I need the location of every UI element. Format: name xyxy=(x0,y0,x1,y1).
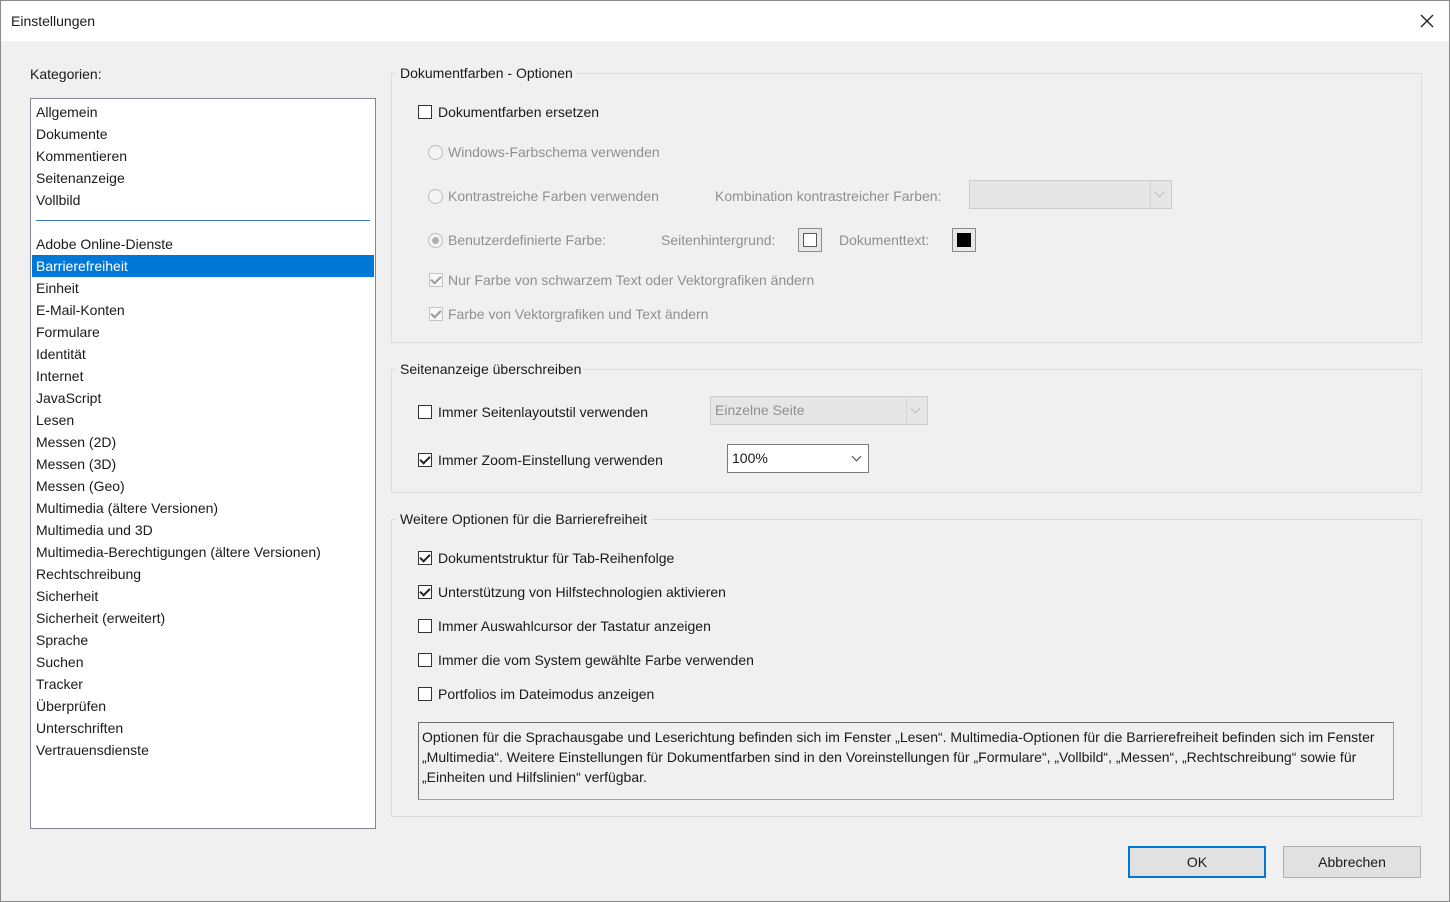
doc-text-label: Dokumenttext: xyxy=(839,232,930,248)
category-item[interactable]: E-Mail-Konten xyxy=(32,299,374,321)
assistive-tech-checkbox[interactable] xyxy=(418,585,432,599)
category-item[interactable]: Rechtschreibung xyxy=(32,563,374,585)
high-contrast-label: Kontrastreiche Farben verwenden xyxy=(448,188,659,204)
contrast-combination-dropdown[interactable] xyxy=(969,180,1172,209)
categories-list[interactable]: Allgemein Dokumente Kommentieren Seitena… xyxy=(30,98,376,829)
only-black-label: Nur Farbe von schwarzem Text oder Vektor… xyxy=(448,272,815,288)
page-background-color xyxy=(803,233,817,247)
zoom-dropdown[interactable]: 100% xyxy=(727,444,869,473)
only-black-checkbox[interactable] xyxy=(429,273,443,287)
category-item[interactable]: Multimedia-Berechtigungen (ältere Versio… xyxy=(32,541,374,563)
category-item[interactable]: Adobe Online-Dienste xyxy=(32,233,374,255)
page-background-label: Seitenhintergrund: xyxy=(661,232,776,248)
zoom-checkbox[interactable] xyxy=(418,453,432,467)
page-background-swatch[interactable] xyxy=(798,228,822,252)
category-item[interactable]: Tracker xyxy=(32,673,374,695)
category-item[interactable]: Unterschriften xyxy=(32,717,374,739)
custom-color-radio[interactable] xyxy=(428,233,443,248)
cancel-button[interactable]: Abbrechen xyxy=(1283,846,1421,878)
category-item[interactable]: Vertrauensdienste xyxy=(32,739,374,761)
chevron-down-icon xyxy=(1150,181,1171,208)
windows-scheme-label: Windows-Farbschema verwenden xyxy=(448,144,660,160)
category-item[interactable]: Messen (2D) xyxy=(32,431,374,453)
chevron-down-icon xyxy=(848,445,868,472)
keyboard-cursor-label: Immer Auswahlcursor der Tastatur anzeige… xyxy=(438,618,711,634)
doc-text-swatch[interactable] xyxy=(952,228,976,252)
category-item[interactable]: Sicherheit xyxy=(32,585,374,607)
category-item[interactable]: Internet xyxy=(32,365,374,387)
preferences-dialog: Einstellungen Kategorien: Allgemein Doku… xyxy=(0,0,1450,902)
ok-button[interactable]: OK xyxy=(1128,846,1266,878)
category-item[interactable]: Messen (Geo) xyxy=(32,475,374,497)
replace-doc-colors-label: Dokumentfarben ersetzen xyxy=(438,104,600,120)
high-contrast-radio[interactable] xyxy=(428,189,443,204)
tab-order-label: Dokumentstruktur für Tab-Reihenfolge xyxy=(438,550,675,566)
custom-color-label: Benutzerdefinierte Farbe: xyxy=(448,232,606,248)
vector-checkbox[interactable] xyxy=(429,307,443,321)
category-item[interactable]: Überprüfen xyxy=(32,695,374,717)
system-color-checkbox[interactable] xyxy=(418,653,432,667)
category-item[interactable]: Identität xyxy=(32,343,374,365)
category-item[interactable]: JavaScript xyxy=(32,387,374,409)
category-separator xyxy=(36,220,370,221)
close-icon[interactable] xyxy=(1415,9,1439,33)
category-item[interactable]: Allgemein xyxy=(32,101,374,123)
category-item[interactable]: Einheit xyxy=(32,277,374,299)
tab-order-checkbox[interactable] xyxy=(418,551,432,565)
category-item[interactable]: Seitenanzeige xyxy=(32,167,374,189)
layout-style-checkbox[interactable] xyxy=(418,405,432,419)
layout-style-label: Immer Seitenlayoutstil verwenden xyxy=(438,404,649,420)
category-item[interactable]: Dokumente xyxy=(32,123,374,145)
category-item[interactable]: Sprache xyxy=(32,629,374,651)
page-display-legend: Seitenanzeige überschreiben xyxy=(396,361,586,377)
category-item[interactable]: Multimedia und 3D xyxy=(32,519,374,541)
category-item[interactable]: Lesen xyxy=(32,409,374,431)
category-item-selected[interactable]: Barrierefreiheit xyxy=(32,255,374,277)
vector-label: Farbe von Vektorgrafiken und Text ändern xyxy=(448,306,709,322)
layout-style-value: Einzelne Seite xyxy=(715,402,805,418)
contrast-combination-label: Kombination kontrastreicher Farben: xyxy=(715,188,942,204)
layout-style-dropdown[interactable]: Einzelne Seite xyxy=(710,396,928,425)
window-title: Einstellungen xyxy=(11,13,96,29)
portfolios-label: Portfolios im Dateimodus anzeigen xyxy=(438,686,655,702)
page-display-group xyxy=(391,369,1422,493)
portfolios-checkbox[interactable] xyxy=(418,687,432,701)
category-item[interactable]: Sicherheit (erweitert) xyxy=(32,607,374,629)
more-options-legend: Weitere Optionen für die Barrierefreihei… xyxy=(396,511,652,527)
doc-colors-legend: Dokumentfarben - Optionen xyxy=(396,65,577,81)
categories-label: Kategorien: xyxy=(30,66,102,82)
replace-doc-colors-checkbox[interactable] xyxy=(418,105,432,119)
title-bar: Einstellungen xyxy=(1,1,1449,41)
zoom-value: 100% xyxy=(732,450,768,466)
chevron-down-icon xyxy=(906,397,927,424)
windows-scheme-radio[interactable] xyxy=(428,145,443,160)
category-item[interactable]: Messen (3D) xyxy=(32,453,374,475)
assistive-tech-label: Unterstützung von Hilfstechnologien akti… xyxy=(438,584,726,600)
zoom-label: Immer Zoom-Einstellung verwenden xyxy=(438,452,663,468)
keyboard-cursor-checkbox[interactable] xyxy=(418,619,432,633)
category-item[interactable]: Vollbild xyxy=(32,189,374,211)
category-item[interactable]: Multimedia (ältere Versionen) xyxy=(32,497,374,519)
system-color-label: Immer die vom System gewählte Farbe verw… xyxy=(438,652,754,668)
category-item[interactable]: Formulare xyxy=(32,321,374,343)
category-item[interactable]: Suchen xyxy=(32,651,374,673)
info-text: Optionen für die Sprachausgabe und Leser… xyxy=(418,722,1394,800)
doc-text-color xyxy=(957,233,971,247)
category-item[interactable]: Kommentieren xyxy=(32,145,374,167)
